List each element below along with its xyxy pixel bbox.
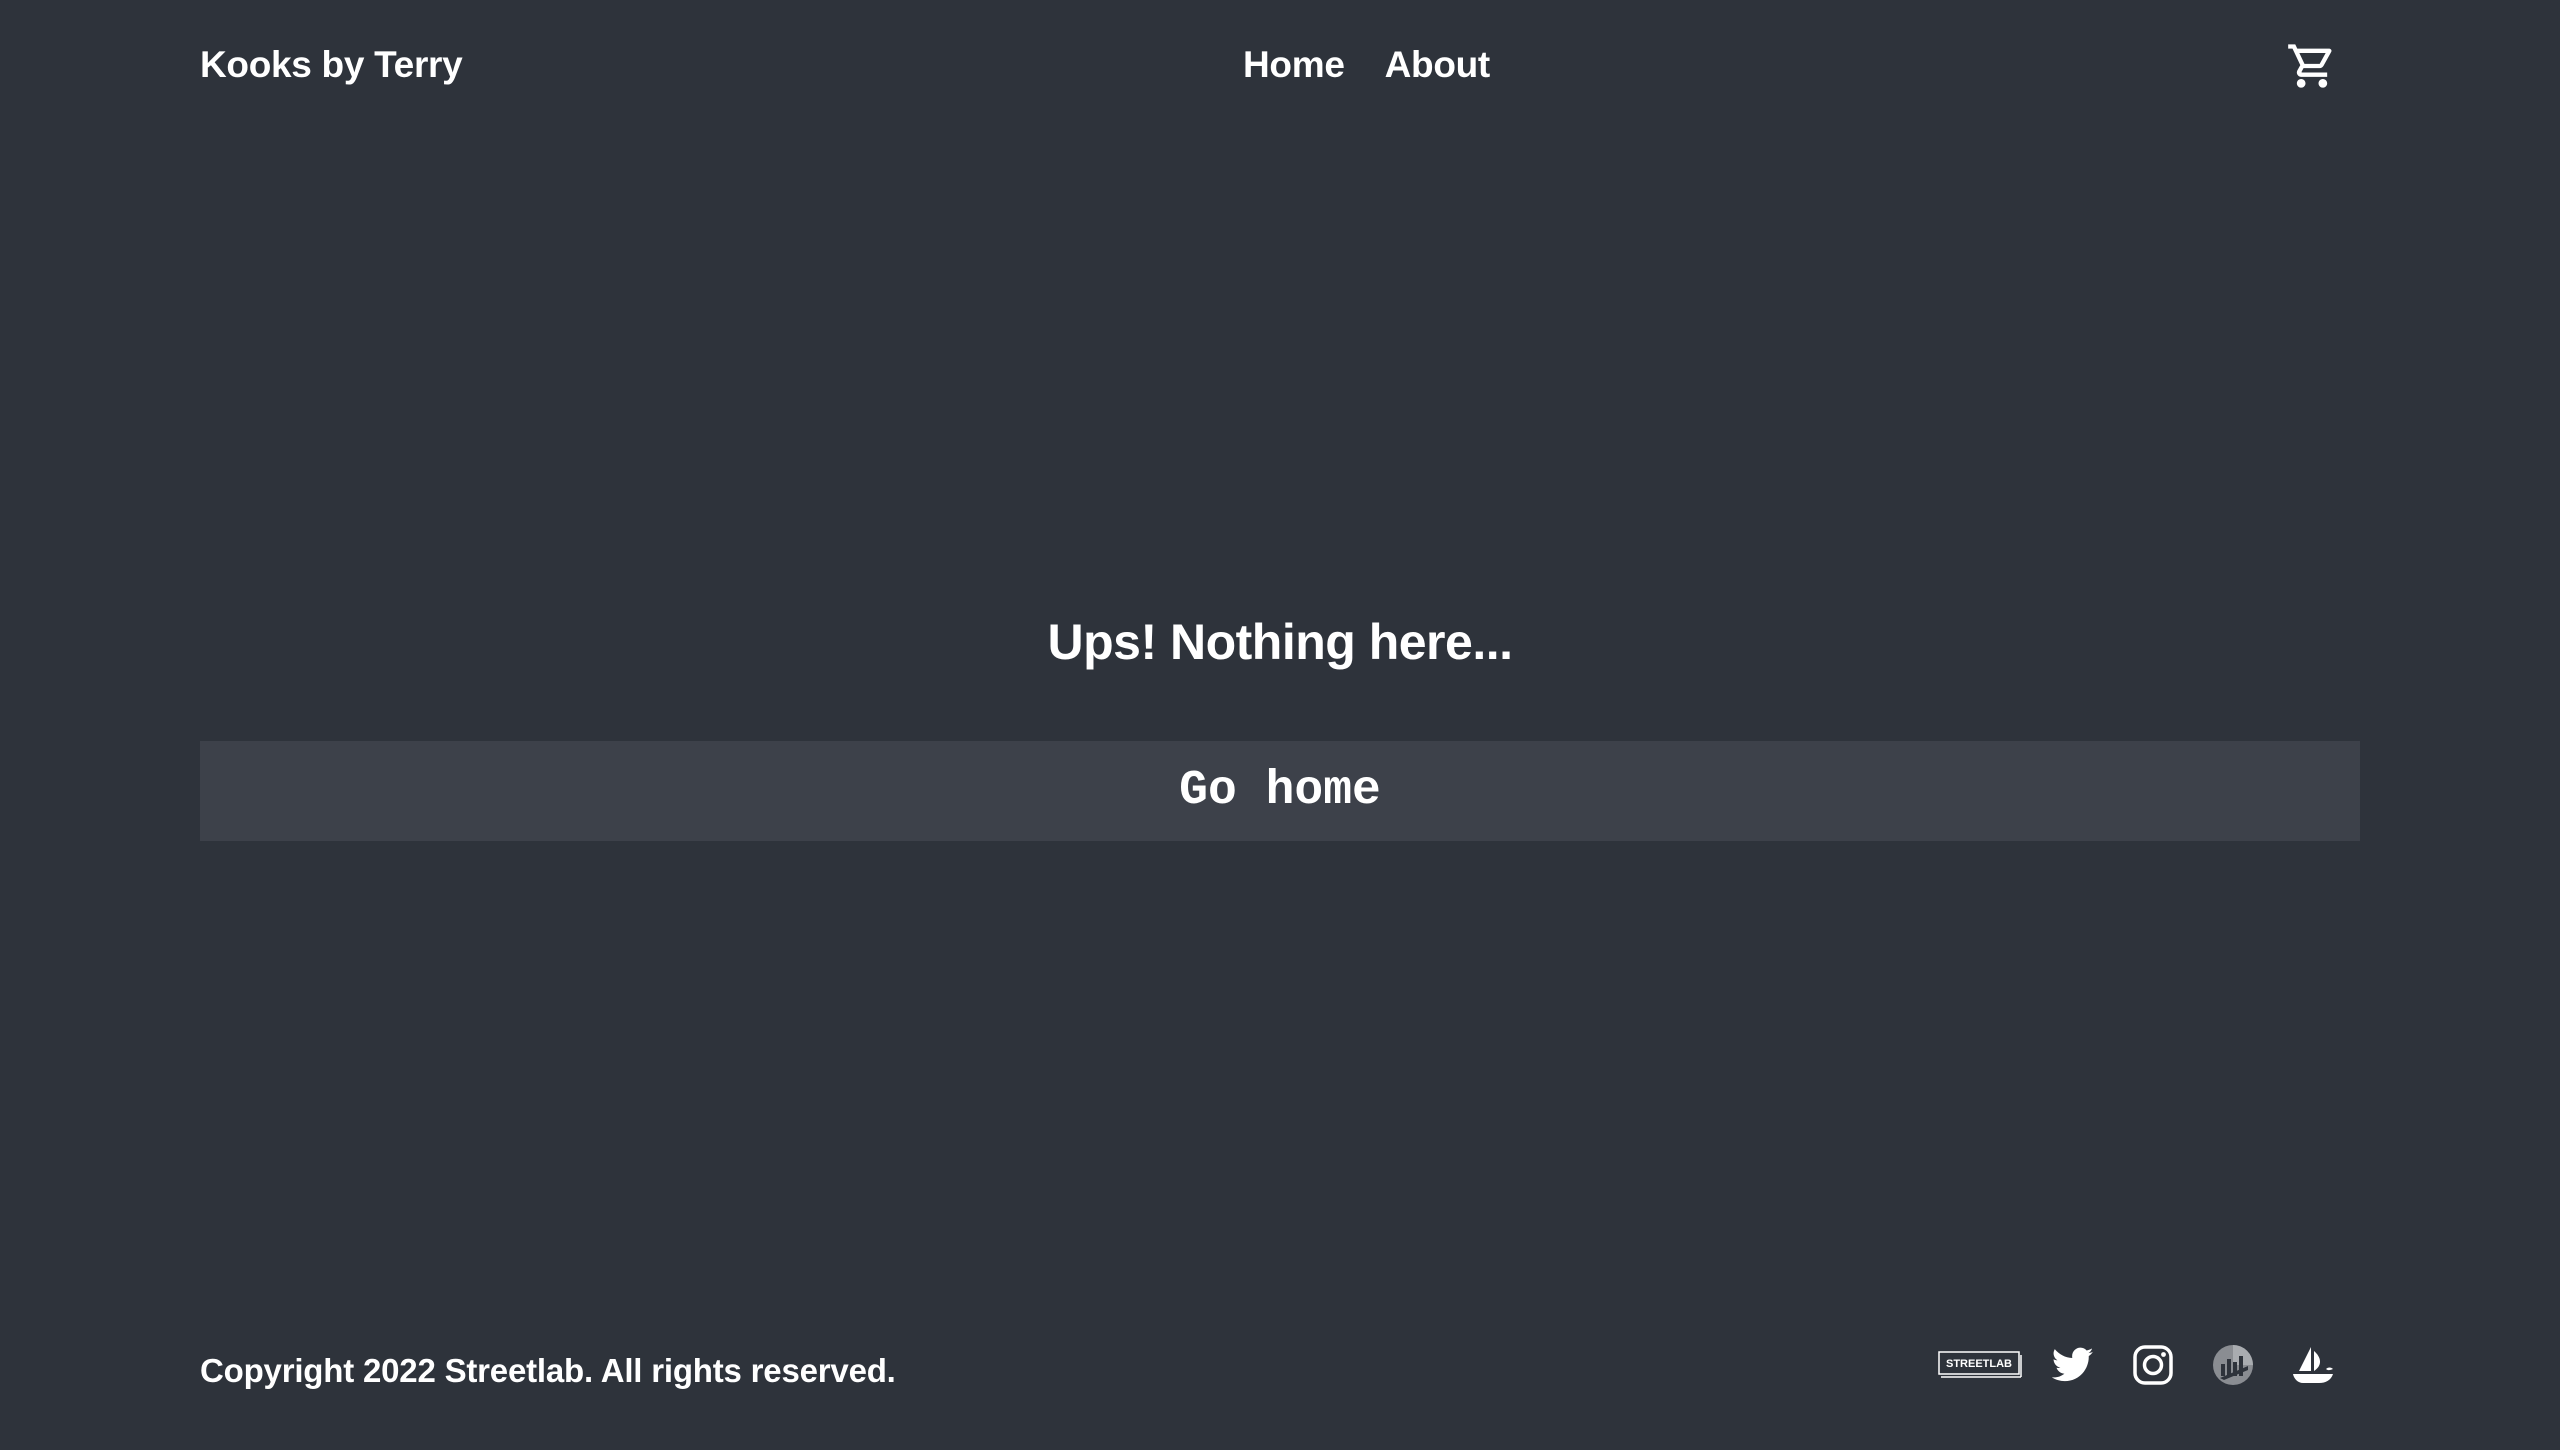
chart-logo-icon[interactable] bbox=[2210, 1342, 2256, 1388]
social-links: STREETLAB bbox=[1938, 1342, 2336, 1388]
main-nav: Home About bbox=[1243, 42, 1490, 88]
opensea-boat-icon[interactable] bbox=[2290, 1342, 2336, 1388]
go-home-button[interactable]: Go home bbox=[200, 741, 2360, 841]
shopping-cart-icon[interactable] bbox=[2286, 40, 2338, 92]
page-title: Ups! Nothing here... bbox=[1047, 614, 1514, 670]
streetlab-logo-text: STREETLAB bbox=[1946, 1358, 2012, 1370]
copyright-text: Copyright 2022 Streetlab. All rights res… bbox=[200, 1352, 896, 1389]
streetlab-logo-icon[interactable]: STREETLAB bbox=[1938, 1342, 2022, 1388]
nav-link-about[interactable]: About bbox=[1385, 42, 1491, 88]
nav-link-home[interactable]: Home bbox=[1243, 42, 1345, 88]
instagram-icon[interactable] bbox=[2130, 1342, 2176, 1388]
top-header: Kooks by Terry Home About bbox=[0, 0, 2560, 130]
brand-link[interactable]: Kooks by Terry bbox=[200, 42, 463, 88]
twitter-icon[interactable] bbox=[2050, 1342, 2096, 1388]
